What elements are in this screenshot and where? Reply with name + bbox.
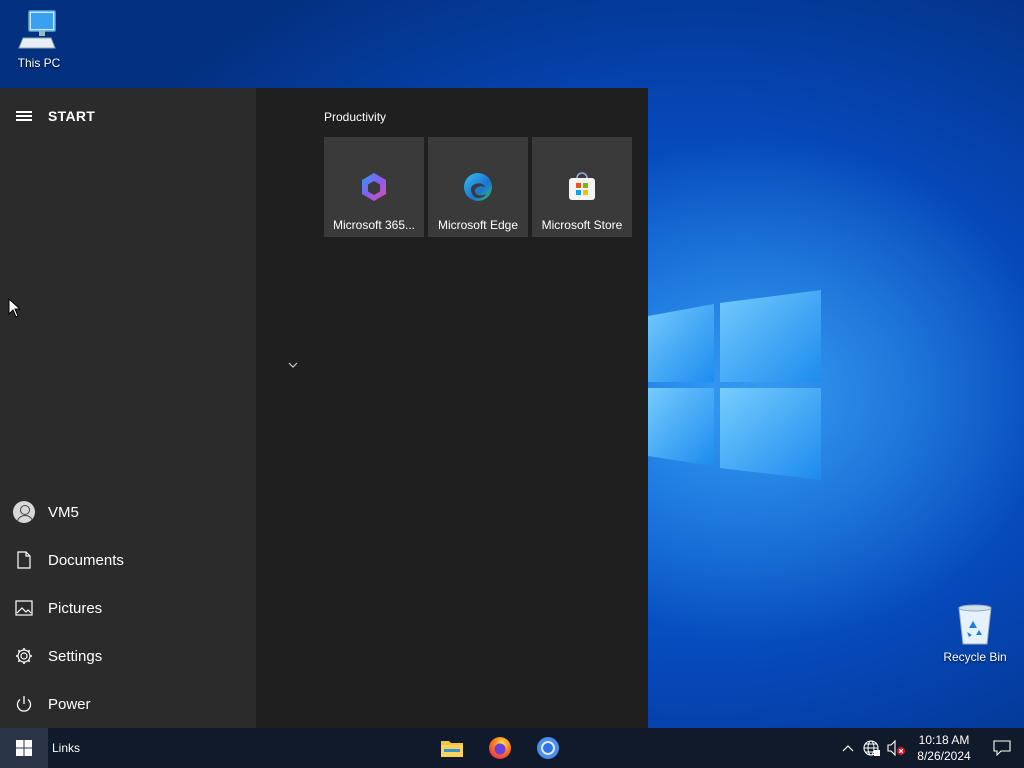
documents-item[interactable]: Documents <box>0 536 256 584</box>
tile-label: Microsoft Edge <box>437 218 519 232</box>
hamburger-menu-button[interactable] <box>0 88 48 144</box>
clock-date: 8/26/2024 <box>917 749 971 763</box>
tile-group-label[interactable]: Productivity <box>324 110 386 124</box>
gear-icon <box>16 648 32 664</box>
taskbar-chrome[interactable] <box>524 728 572 768</box>
left-item-label: Documents <box>48 551 124 569</box>
left-item-label: VM5 <box>48 503 79 521</box>
chevron-down-icon[interactable] <box>286 358 300 372</box>
tile-microsoft-store[interactable]: Microsoft Store <box>532 137 632 237</box>
start-menu: START VM5 Documents Pictures Settings Po… <box>0 88 648 728</box>
start-menu-header: START <box>0 88 256 144</box>
computer-icon <box>18 10 56 49</box>
chevron-up-icon <box>842 745 854 752</box>
file-explorer-icon <box>441 741 463 757</box>
left-item-label: Pictures <box>48 599 103 617</box>
pictures-item[interactable]: Pictures <box>0 584 256 632</box>
start-menu-left-pane: START VM5 Documents Pictures Settings Po… <box>0 88 256 728</box>
edge-icon <box>464 173 492 201</box>
document-icon <box>17 551 31 569</box>
windows-logo-wallpaper <box>648 290 821 480</box>
left-item-label: Settings <box>48 647 103 665</box>
taskbar: Links 10:18 AM 8/26/2024 <box>0 728 1024 768</box>
tile-microsoft-365[interactable]: Microsoft 365... <box>324 137 424 237</box>
notification-icon <box>993 740 1011 756</box>
mouse-cursor-icon <box>8 298 20 318</box>
taskbar-pinned-apps <box>428 728 572 768</box>
network-globe-icon <box>863 740 880 756</box>
microsoft-365-icon <box>362 173 386 201</box>
power-item[interactable]: Power <box>0 680 256 728</box>
taskbar-clock[interactable]: 10:18 AM 8/26/2024 <box>908 732 980 764</box>
tile-label: Microsoft 365... <box>332 218 416 232</box>
taskbar-file-explorer[interactable] <box>428 728 476 768</box>
firefox-icon <box>489 737 511 759</box>
start-button[interactable] <box>0 728 48 768</box>
tile-label: Microsoft Store <box>541 218 623 232</box>
desktop-icon-this-pc[interactable]: This PC <box>4 8 74 70</box>
volume-muted-icon <box>887 739 905 757</box>
user-account-item[interactable]: VM5 <box>0 488 256 536</box>
volume-tray-button[interactable] <box>884 728 908 768</box>
desktop-icon-label: This PC <box>17 56 61 70</box>
system-tray: 10:18 AM 8/26/2024 <box>836 728 1024 768</box>
pictures-icon <box>15 600 33 616</box>
tile-group: Microsoft 365... Microsoft Edge Microsof… <box>324 137 632 237</box>
power-icon <box>16 696 32 712</box>
clock-time: 10:18 AM <box>918 733 970 747</box>
desktop-icon-label: Recycle Bin <box>943 650 1007 664</box>
user-avatar-icon <box>13 501 35 523</box>
windows-start-icon <box>16 740 32 756</box>
start-left-items: VM5 Documents Pictures Settings Power <box>0 488 256 728</box>
chrome-icon <box>537 737 559 759</box>
hamburger-icon <box>16 111 32 121</box>
left-item-label: Power <box>48 695 91 713</box>
recycle-bin-icon <box>958 604 992 645</box>
action-center-button[interactable] <box>980 728 1024 768</box>
taskbar-firefox[interactable] <box>476 728 524 768</box>
start-title: START <box>48 108 96 124</box>
store-icon <box>569 172 595 200</box>
desktop-icon-recycle-bin[interactable]: Recycle Bin <box>940 602 1010 664</box>
settings-item[interactable]: Settings <box>0 632 256 680</box>
show-hidden-icons-button[interactable] <box>836 728 860 768</box>
tile-microsoft-edge[interactable]: Microsoft Edge <box>428 137 528 237</box>
links-toolbar[interactable]: Links <box>52 741 80 755</box>
network-tray-button[interactable] <box>860 728 884 768</box>
